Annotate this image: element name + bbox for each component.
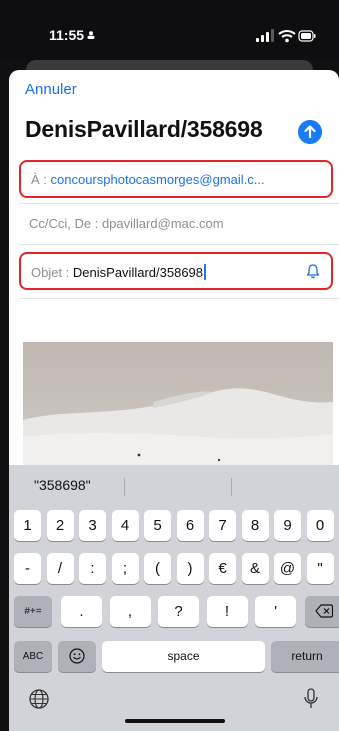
suggestion-divider: [124, 478, 125, 496]
delete-icon: [315, 604, 334, 618]
punctuation-key[interactable]: .: [61, 596, 102, 627]
person-icon: [87, 31, 95, 39]
symbol-key[interactable]: ): [176, 553, 204, 584]
number-key[interactable]: 6: [176, 510, 204, 541]
suggestion-bar: "358698": [9, 465, 339, 505]
symbol-key[interactable]: @: [274, 553, 301, 584]
more-symbols-key[interactable]: #+=: [14, 596, 52, 627]
text-cursor: [204, 264, 207, 280]
number-key[interactable]: 0: [306, 510, 334, 541]
compose-title: DenisPavillard/358698: [25, 116, 263, 142]
cc-from-field[interactable]: Cc/Cci, De : dpavillard@mac.com: [19, 206, 333, 244]
abc-key[interactable]: ABC: [14, 641, 52, 672]
send-button[interactable]: [298, 120, 322, 144]
symbol-key[interactable]: &: [241, 553, 269, 584]
emoji-icon: [69, 648, 85, 664]
divider: [19, 298, 339, 299]
cancel-button[interactable]: Annuler: [25, 81, 77, 98]
number-key[interactable]: 2: [46, 510, 74, 541]
suggestion-divider: [231, 478, 232, 496]
number-key[interactable]: 9: [274, 510, 301, 541]
divider: [19, 244, 339, 245]
symbol-key[interactable]: (: [144, 553, 171, 584]
number-key[interactable]: 4: [111, 510, 139, 541]
status-bar: 11:55: [0, 0, 339, 60]
compose-sheet: Annuler DenisPavillard/358698 À : concou…: [9, 70, 339, 731]
keyboard: "358698" 1234567890 - /:;() € & @ " #+= .,?! '…: [9, 465, 339, 731]
subject-field[interactable]: Objet : DenisPavillard/358698: [19, 252, 333, 290]
subject-label: Objet :: [31, 265, 73, 280]
number-key[interactable]: 1: [14, 510, 41, 541]
punctuation-key[interactable]: !: [206, 596, 248, 627]
number-key[interactable]: 5: [144, 510, 171, 541]
home-indicator: [125, 719, 225, 723]
globe-icon[interactable]: [28, 688, 50, 710]
phone-screen: 11:55 Annuler DenisPavillard/358698 À: …: [0, 0, 339, 731]
status-time: 11:55: [49, 27, 95, 43]
suggestion-item[interactable]: "358698": [34, 477, 91, 493]
number-key[interactable]: 7: [209, 510, 236, 541]
microphone-icon[interactable]: [303, 688, 319, 710]
cc-from-text: Cc/Cci, De : dpavillard@mac.com: [29, 216, 224, 231]
wifi-icon: [278, 30, 296, 43]
return-key[interactable]: return: [271, 641, 339, 672]
symbol-key[interactable]: ;: [111, 553, 139, 584]
subject-value[interactable]: DenisPavillard/358698: [73, 265, 203, 280]
to-label: À :: [31, 172, 51, 187]
symbol-key[interactable]: €: [209, 553, 236, 584]
divider: [19, 203, 339, 204]
symbol-key[interactable]: :: [79, 553, 106, 584]
punctuation-key[interactable]: ': [255, 596, 296, 627]
delete-key[interactable]: [305, 596, 339, 627]
to-recipient[interactable]: concoursphotocasmorges@gmail.c...: [51, 172, 265, 187]
emoji-key[interactable]: [58, 641, 96, 672]
number-key[interactable]: 8: [241, 510, 269, 541]
attached-photo[interactable]: [23, 342, 333, 472]
symbol-key[interactable]: /: [46, 553, 74, 584]
number-key[interactable]: 3: [79, 510, 106, 541]
punctuation-key[interactable]: ?: [158, 596, 199, 627]
to-field[interactable]: À : concoursphotocasmorges@gmail.c...: [19, 160, 333, 198]
bell-icon[interactable]: [305, 263, 321, 279]
space-key[interactable]: space: [102, 641, 265, 672]
signal-icon: [256, 29, 316, 43]
battery-icon: [298, 30, 316, 42]
symbol-key[interactable]: -: [14, 553, 41, 584]
symbol-key[interactable]: ": [306, 553, 334, 584]
punctuation-key[interactable]: ,: [109, 596, 151, 627]
